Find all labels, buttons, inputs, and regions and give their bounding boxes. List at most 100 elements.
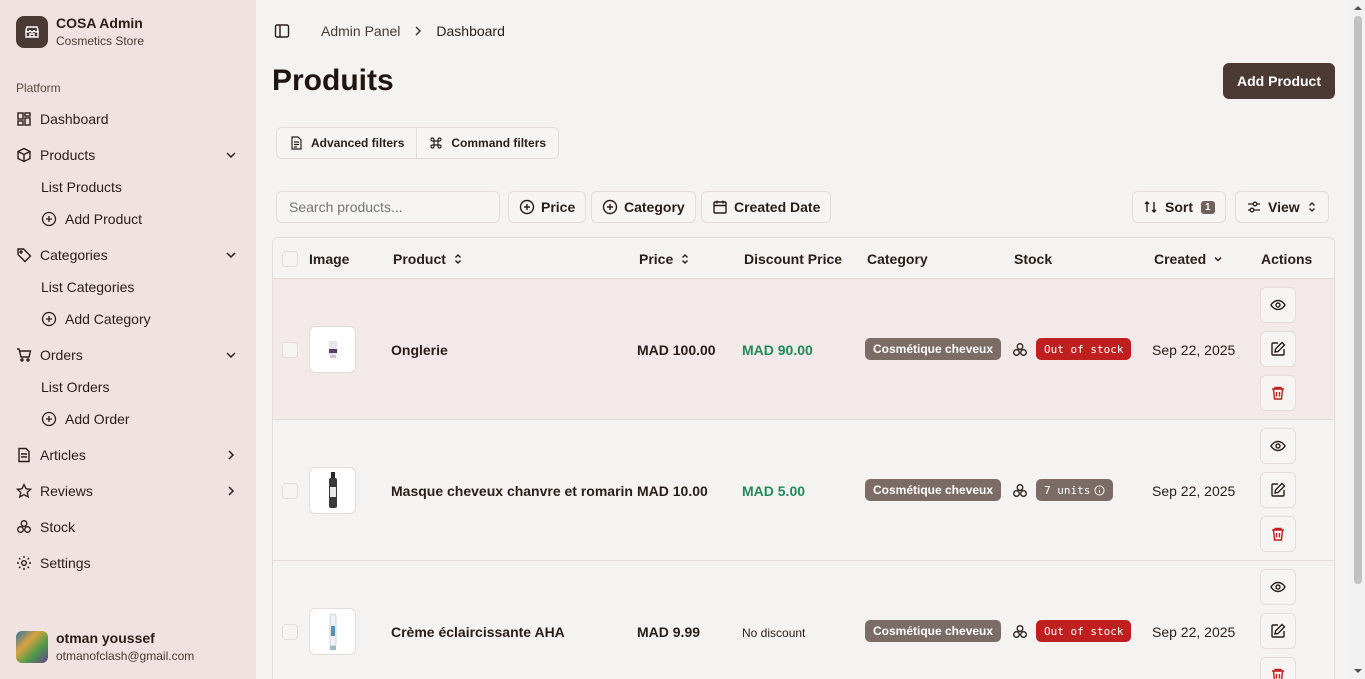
filter-mode-tabs: Advanced filters Command filters (276, 127, 560, 159)
column-created[interactable]: Created (1154, 251, 1224, 267)
sidebar-item-list-categories[interactable]: List Categories (41, 273, 134, 301)
chevrons-up-down-icon (1308, 202, 1315, 212)
view-button[interactable] (1260, 428, 1296, 464)
delete-button[interactable] (1260, 375, 1296, 411)
scroll-down-icon[interactable] (1354, 667, 1362, 675)
store-icon (16, 16, 48, 48)
view-options-button[interactable]: View (1235, 191, 1329, 223)
column-stock: Stock (1014, 251, 1053, 267)
search-input[interactable] (276, 191, 500, 223)
chip-label: Created Date (734, 199, 821, 215)
sidebar-item-label: Add Product (65, 211, 143, 227)
scroll-up-icon[interactable] (1354, 4, 1362, 12)
plus-circle-icon (41, 311, 57, 327)
sidebar-item-stock[interactable]: Stock (8, 512, 248, 542)
sidebar-item-list-orders[interactable]: List Orders (41, 373, 109, 401)
command-icon (430, 137, 442, 149)
product-price: MAD 10.00 (637, 483, 708, 499)
row-checkbox[interactable] (282, 624, 298, 640)
sort-icon (1144, 201, 1157, 213)
sidebar-item-add-product[interactable]: Add Product (41, 205, 142, 233)
row-checkbox[interactable] (282, 342, 298, 358)
price-filter-button[interactable]: Price (508, 191, 587, 223)
tag-icon (16, 247, 32, 263)
product-thumbnail (309, 467, 356, 514)
chevron-right-icon (228, 450, 235, 460)
stock-status-badge: Out of stock (1036, 338, 1132, 360)
edit-icon (1271, 482, 1286, 497)
row-checkbox[interactable] (282, 483, 298, 499)
table-row[interactable]: Masque cheveux chanvre et romarin MAD 10… (273, 420, 1334, 561)
page-scrollbar[interactable] (1351, 0, 1365, 679)
user-menu[interactable]: otman youssef otmanofclash@gmail.com (16, 630, 194, 664)
sort-button[interactable]: Sort 1 (1132, 191, 1226, 223)
table-row[interactable]: Onglerie MAD 100.00 MAD 90.00 Cosmétique… (273, 279, 1334, 420)
scroll-thumb[interactable] (1354, 16, 1362, 584)
sidebar-item-add-category[interactable]: Add Category (41, 305, 151, 333)
sidebar-item-orders[interactable]: Orders (8, 340, 248, 370)
column-label: Price (639, 251, 674, 267)
sidebar-item-add-order[interactable]: Add Order (41, 405, 130, 433)
category-badge: Cosmétique cheveux (865, 338, 1002, 360)
sidebar-item-label: Dashboard (40, 111, 109, 127)
breadcrumb-current: Dashboard (436, 23, 505, 39)
document-icon (291, 136, 302, 150)
tab-label: Advanced filters (311, 136, 405, 150)
select-all-checkbox[interactable] (282, 251, 298, 267)
sidebar-item-label: Categories (40, 247, 108, 263)
products-table: Image Product Price Discount Price Categ… (272, 237, 1335, 679)
column-label: Product (393, 251, 446, 267)
product-image (328, 340, 337, 358)
sidebar-item-label: Orders (40, 347, 83, 363)
created-date-filter-button[interactable]: Created Date (701, 191, 832, 223)
column-price[interactable]: Price (639, 251, 691, 267)
product-image (328, 471, 337, 508)
table-row[interactable]: Crème éclaircissante AHA MAD 9.99 No dis… (273, 561, 1334, 679)
sidebar-toggle-icon[interactable] (274, 23, 290, 39)
tab-advanced-filters[interactable]: Advanced filters (277, 128, 416, 158)
edit-button[interactable] (1260, 613, 1296, 649)
product-name: Crème éclaircissante AHA (391, 624, 565, 640)
chevron-down-icon (226, 152, 236, 159)
gear-icon (16, 555, 32, 571)
discount-price: No discount (742, 626, 806, 640)
sidebar-item-settings[interactable]: Settings (8, 548, 248, 578)
discount-price: MAD 5.00 (742, 483, 806, 499)
chevron-down-icon (1214, 256, 1222, 262)
category-filter-button[interactable]: Category (591, 191, 696, 223)
sidebar-item-dashboard[interactable]: Dashboard (8, 104, 248, 134)
plus-circle-icon (41, 411, 57, 427)
brand[interactable]: COSA Admin Cosmetics Store (16, 15, 144, 49)
breadcrumb-root[interactable]: Admin Panel (321, 23, 400, 39)
edit-button[interactable] (1260, 472, 1296, 508)
column-product[interactable]: Product (393, 251, 464, 267)
category-badge: Cosmétique cheveux (865, 479, 1002, 501)
column-label: Created (1154, 251, 1207, 267)
add-product-button[interactable]: Add Product (1223, 63, 1335, 99)
breadcrumb: Admin Panel Dashboard (321, 23, 505, 39)
sidebar-item-articles[interactable]: Articles (8, 440, 248, 470)
eye-icon (1270, 299, 1286, 311)
view-button[interactable] (1260, 569, 1296, 605)
sidebar-item-products[interactable]: Products (8, 140, 248, 170)
sort-updown-icon (454, 254, 461, 264)
group-label: Platform (16, 81, 61, 95)
chip-label: Sort (1165, 199, 1193, 215)
tab-command-filters[interactable]: Command filters (416, 128, 558, 158)
document-icon (16, 447, 32, 463)
boxes-icon (1013, 484, 1027, 497)
delete-button[interactable] (1260, 657, 1296, 679)
stock-units-label: 7 units (1044, 483, 1091, 497)
sliders-icon (1248, 201, 1260, 213)
eye-icon (1270, 440, 1286, 452)
sidebar-item-reviews[interactable]: Reviews (8, 476, 248, 506)
delete-button[interactable] (1260, 516, 1296, 552)
sidebar-item-categories[interactable]: Categories (8, 240, 248, 270)
info-icon[interactable] (1094, 484, 1105, 496)
created-date: Sep 22, 2025 (1152, 624, 1236, 640)
stock-status-badge: Out of stock (1036, 620, 1132, 642)
edit-button[interactable] (1260, 331, 1296, 367)
sidebar-item-list-products[interactable]: List Products (41, 173, 122, 201)
view-button[interactable] (1260, 287, 1296, 323)
chevron-right-icon (228, 486, 235, 496)
